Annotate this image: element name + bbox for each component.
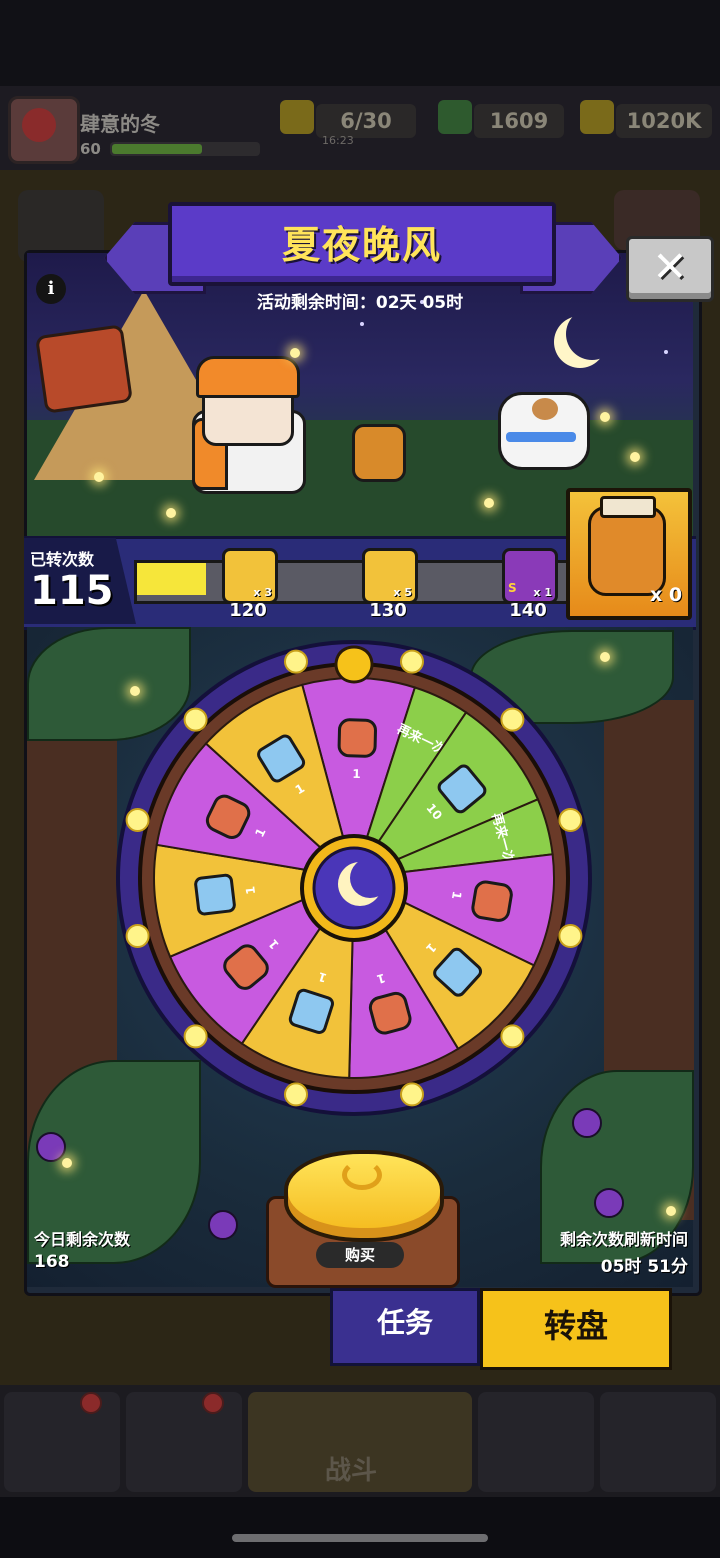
tab-wheel[interactable]: 转盘 <box>480 1288 672 1370</box>
nav-skills-tab[interactable] <box>478 1392 594 1492</box>
puzzle-fragment-icon <box>471 880 513 922</box>
wheel-bulb-icon <box>284 1082 308 1107</box>
milestone-multiplier: x 3 <box>253 586 272 599</box>
close-icon: ✕ <box>652 242 688 291</box>
wheel-bulb-icon <box>125 924 150 948</box>
firefly-icon <box>600 652 610 662</box>
wheel-bulb-icon <box>558 808 583 832</box>
milestone-multiplier: x 1 <box>533 586 552 599</box>
wheel-pointer-icon <box>334 645 374 684</box>
flower-icon <box>208 1210 238 1240</box>
coin-icon <box>580 100 614 134</box>
close-button[interactable]: ✕ <box>626 236 714 302</box>
remaining-today-value: 168 <box>34 1252 70 1272</box>
gem-counter[interactable]: 1609 <box>474 104 564 138</box>
puzzle-fragment-icon <box>337 718 377 758</box>
wheel-bulb-icon <box>284 649 308 674</box>
status-bar <box>0 0 720 86</box>
tab-tasks-label: 任务 <box>376 1306 433 1339</box>
milestone-value: 140 <box>509 600 547 621</box>
firefly-icon <box>484 498 494 508</box>
notification-badge-icon <box>202 1392 224 1414</box>
flower-icon <box>36 1132 66 1162</box>
wheel-bulb-icon <box>500 707 525 732</box>
milestone-value: 120 <box>229 600 267 621</box>
jar-lid <box>600 496 656 518</box>
nav-battle-label: 战斗 <box>325 1456 378 1486</box>
nav-equipment-tab[interactable] <box>126 1392 242 1492</box>
puzzle-fragment-icon <box>368 991 412 1035</box>
energy-counter[interactable]: 6/30 <box>316 104 416 138</box>
player-level: 60 <box>80 140 101 158</box>
event-title: 夏夜晚风 <box>281 223 442 267</box>
power-icon <box>342 1160 382 1190</box>
home-indicator <box>232 1534 488 1542</box>
firefly-icon <box>94 472 104 482</box>
coin-counter[interactable]: 1020K <box>616 104 712 138</box>
rank-badge-icon: S <box>508 581 517 595</box>
wheel-bulb-icon <box>400 649 424 674</box>
player-name: 肆意的冬 <box>80 112 160 136</box>
remaining-today-label: 今日剩余次数 <box>34 1230 131 1249</box>
tent-flap-illustration <box>35 324 133 414</box>
milestone-multiplier: x 5 <box>393 586 412 599</box>
dog-collar <box>506 432 576 442</box>
buy-button[interactable]: 购买 <box>316 1242 404 1268</box>
star-icon <box>360 322 364 326</box>
spin-count-label: 已转次数 <box>30 550 95 569</box>
refresh-time-value: 05时 51分 <box>600 1257 688 1277</box>
info-icon[interactable]: i <box>36 274 66 304</box>
tab-wheel-label: 转盘 <box>543 1307 608 1345</box>
wheel-bulb-icon <box>558 924 583 948</box>
firefly-jar-icon <box>352 424 406 482</box>
event-timer: 活动剩余时间：02天 05时 <box>256 293 464 313</box>
jar-count: x 0 <box>650 584 683 606</box>
dog-spot <box>532 398 558 420</box>
wheel-bulb-icon <box>500 1024 525 1049</box>
firefly-icon <box>600 412 610 422</box>
wheel-bulb-icon <box>400 1082 424 1107</box>
nav-shop-tab[interactable] <box>4 1392 120 1492</box>
firefly-icon <box>290 348 300 358</box>
wheel-bulb-icon <box>183 1024 208 1049</box>
flower-icon <box>594 1188 624 1218</box>
tab-tasks[interactable]: 任务 <box>330 1288 480 1366</box>
milestone-reward-140[interactable]: S x 1 <box>502 548 558 604</box>
spin-count-value: 115 <box>30 568 114 614</box>
firefly-icon <box>62 1158 72 1168</box>
prize-wheel[interactable]: 1再来一次10 再来一次11111111 <box>114 638 594 1118</box>
xp-bar-fill <box>112 144 202 154</box>
firefly-icon <box>166 508 176 518</box>
firefly-jar-icon <box>588 506 666 596</box>
energy-icon <box>280 100 314 134</box>
milestone-reward-120[interactable]: x 3 <box>222 548 278 604</box>
segment-amount: 1 <box>243 885 258 895</box>
wheel-bulb-icon <box>125 808 150 832</box>
gem-icon <box>438 100 472 134</box>
notification-badge-icon <box>80 1392 102 1414</box>
avatar-emblem-icon <box>22 108 56 142</box>
progress-fill <box>137 563 206 595</box>
segment-amount: 1 <box>352 767 361 781</box>
energy-timer: 16:23 <box>322 134 354 147</box>
hero-cap <box>196 356 300 398</box>
milestone-value: 130 <box>369 600 407 621</box>
nav-evolution-tab[interactable] <box>600 1392 716 1492</box>
star-icon <box>664 350 668 354</box>
moon-hub-icon <box>300 834 408 942</box>
refresh-time-label: 剩余次数刷新时间 <box>559 1230 688 1249</box>
firefly-icon <box>666 1206 676 1216</box>
firefly-icon <box>630 452 640 462</box>
moon-icon <box>566 308 618 360</box>
key-icon <box>194 873 236 916</box>
wheel-bulb-icon <box>183 707 208 732</box>
milestone-reward-130[interactable]: x 5 <box>362 548 418 604</box>
